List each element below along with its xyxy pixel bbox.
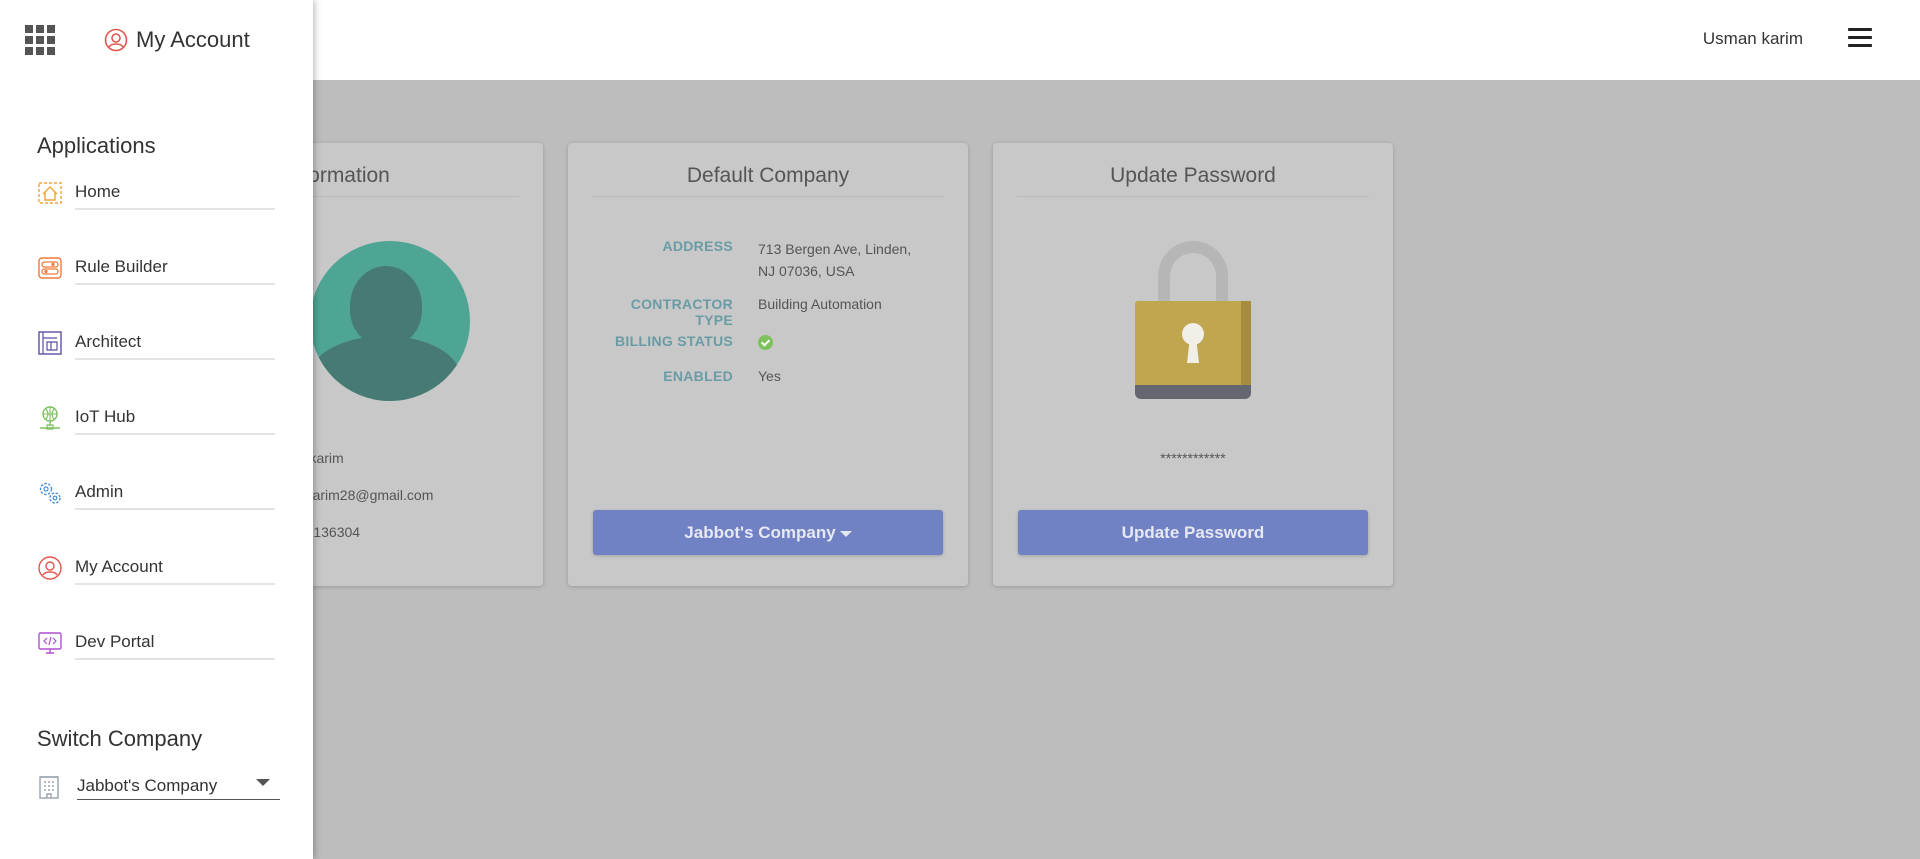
address-label: ADDRESS [662, 238, 733, 254]
nav-item-iot-hub[interactable]: IoT Hub [37, 399, 275, 435]
navigation-drawer: My Account Applications Home Rule Builde… [0, 0, 313, 859]
avatar-head-shape [350, 266, 422, 346]
nav-item-label: IoT Hub [75, 407, 136, 426]
my-account-icon [104, 28, 128, 52]
user-name[interactable]: Usman karim [1703, 29, 1803, 49]
avatar [310, 241, 470, 401]
address-value: 713 Bergen Ave, Linden, NJ 07036, USA [758, 238, 938, 282]
nav-item-label: Architect [75, 332, 142, 351]
billing-status-label: BILLING STATUS [614, 333, 733, 349]
nav-item-my-account[interactable]: My Account [37, 549, 275, 585]
nav-item-architect[interactable]: Architect [37, 324, 275, 360]
divider [1017, 196, 1369, 197]
enabled-label: ENABLED [663, 368, 733, 384]
nav-item-label: My Account [75, 557, 163, 576]
update-password-card: Update Password ************ Update Pass… [993, 143, 1393, 586]
admin-gears-icon [39, 482, 61, 504]
enabled-row: ENABLED Yes [593, 368, 953, 390]
nav-item-admin[interactable]: Admin [37, 474, 275, 510]
home-icon [38, 182, 62, 204]
card-title: Default Company [686, 164, 850, 187]
contractor-type-value: Building Automation [758, 296, 882, 312]
enabled-value: Yes [758, 368, 781, 384]
nav-item-label: Admin [75, 482, 124, 501]
nav-item-home[interactable]: Home [37, 174, 275, 210]
address-row: ADDRESS 713 Bergen Ave, Linden, NJ 07036… [593, 238, 953, 282]
switch-company-heading: Switch Company [37, 726, 203, 751]
switch-company-control: Jabbot's Company [37, 766, 280, 802]
architect-icon [38, 331, 62, 355]
building-icon [39, 776, 59, 799]
my-account-icon [38, 556, 62, 580]
nav-item-label: Dev Portal [75, 632, 155, 651]
address-line-2: NJ 07036, USA [758, 263, 855, 279]
check-circle-icon [758, 335, 773, 350]
apps-grid-icon[interactable] [25, 25, 55, 55]
nav-item-dev-portal[interactable]: Dev Portal [37, 624, 275, 660]
update-password-button[interactable]: Update Password [1018, 510, 1368, 555]
drawer-title: My Account [136, 27, 250, 52]
billing-status-value [758, 335, 938, 353]
default-company-card: Default Company ADDRESS 713 Bergen Ave, … [568, 143, 968, 586]
card-title: Update Password [1110, 164, 1276, 187]
address-line-1: 713 Bergen Ave, Linden, [758, 241, 912, 257]
iot-hub-icon [40, 406, 60, 430]
masked-password: ************ [1160, 450, 1226, 466]
billing-row: BILLING STATUS [593, 333, 953, 355]
applications-heading: Applications [37, 133, 156, 158]
chevron-down-icon [256, 779, 270, 786]
dev-portal-icon [38, 632, 62, 654]
avatar-body-shape [310, 336, 460, 401]
nav-item-label: Home [75, 182, 121, 201]
contractor-type-label: CONTRACTOR TYPE [630, 296, 733, 328]
caret-down-icon [839, 530, 852, 537]
padlock-icon [1133, 241, 1253, 401]
nav-item-label: Rule Builder [75, 257, 168, 276]
company-button-label: Jabbot's Company [684, 523, 836, 542]
hamburger-menu-icon[interactable] [1848, 28, 1872, 50]
padlock-base [1135, 385, 1251, 399]
company-dropdown-button[interactable]: Jabbot's Company [593, 510, 943, 555]
company-select-value: Jabbot's Company [77, 776, 218, 795]
divider [592, 196, 944, 197]
contractor-row: CONTRACTOR TYPE Building Automation [593, 296, 953, 328]
rule-builder-icon [38, 257, 62, 279]
nav-item-rule-builder[interactable]: Rule Builder [37, 249, 275, 285]
drawer-header: My Account [104, 27, 250, 53]
company-select[interactable]: Jabbot's Company [77, 770, 280, 800]
